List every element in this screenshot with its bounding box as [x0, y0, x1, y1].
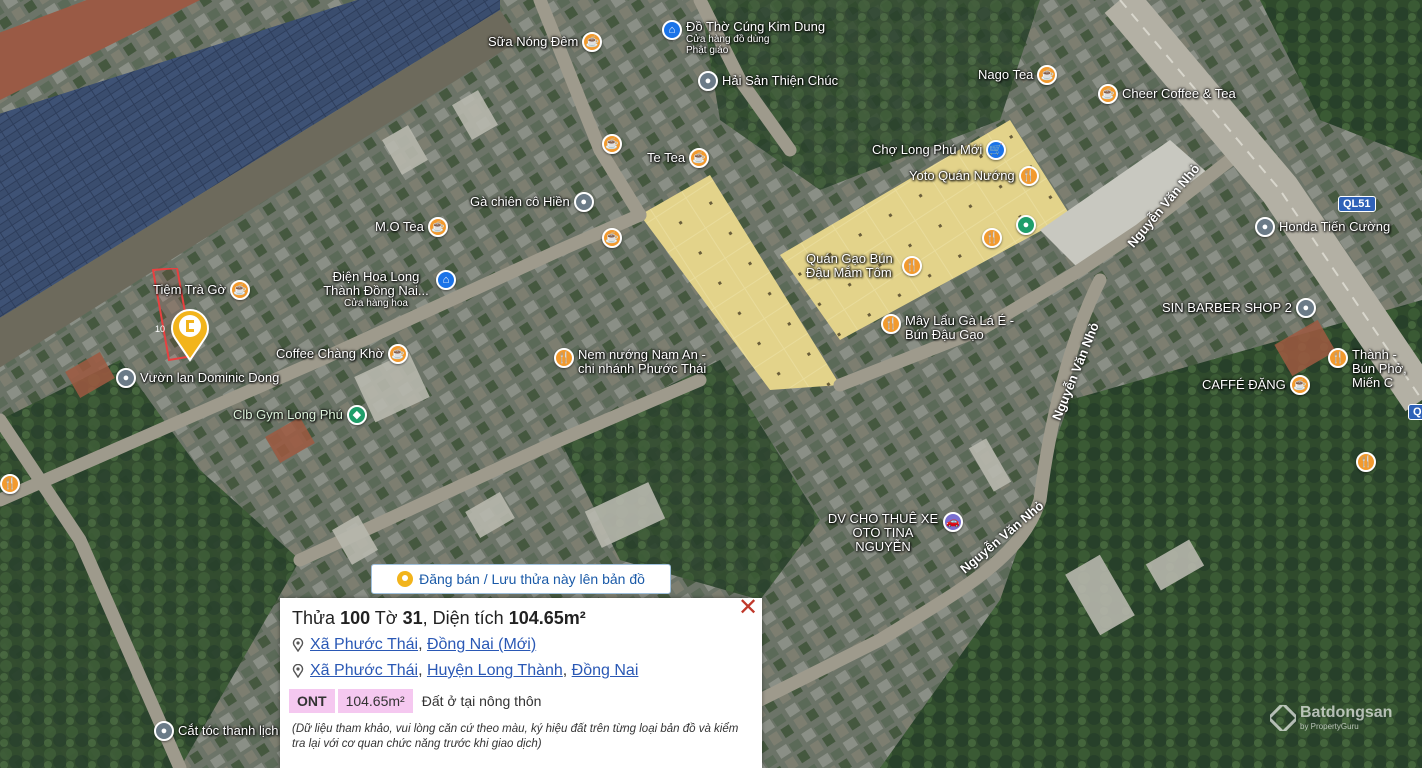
fork-knife-icon: 🍴	[0, 474, 20, 494]
coffee-icon: ☕	[602, 134, 622, 154]
poi-honda[interactable]: ● Honda Tiến Cường	[1255, 217, 1390, 237]
parcel-title: Thửa 100 Tờ 31, Diện tích 104.65m²	[292, 608, 586, 628]
poi-caffe-dang[interactable]: ☕ CAFFÉ ĐẶNG	[1202, 375, 1310, 395]
parcel-info-panel: ✕ Thửa 100 Tờ 31, Diện tích 104.65m² Xã …	[280, 596, 762, 768]
sheet-number: 31	[402, 608, 423, 628]
fork-knife-icon: 🍴	[1356, 452, 1376, 472]
location-pin-icon	[171, 309, 209, 362]
car-icon: 🚗	[943, 512, 963, 532]
land-use-row: ONT 104.65m² Đất ở tại nông thôn	[289, 689, 541, 713]
parcel-area: 104.65m²	[508, 608, 586, 628]
pin-icon: ●	[1016, 215, 1036, 235]
link-ward-old[interactable]: Xã Phước Thái	[310, 662, 418, 679]
poi-do-tho-cung[interactable]: ⌂ Đồ Thờ Cúng Kim Dung Cửa hàng đồ dùng P…	[662, 20, 825, 56]
pin-icon: ●	[154, 721, 174, 741]
poi-coffee-chang[interactable]: ☕ Coffee Chàng Khờ	[276, 344, 409, 364]
address-old: Xã Phước Thái, Huyện Long Thành, Đồng Na…	[292, 662, 638, 680]
poi-vuon-lan[interactable]: ● Vườn lan Dominic Dong	[116, 368, 279, 388]
poi-nago-tea[interactable]: ☕ Nago Tea	[978, 65, 1058, 85]
dumbbell-icon: ◆	[346, 405, 367, 425]
poi-food-edge[interactable]: 🍴	[0, 474, 20, 494]
coffee-icon: ☕	[1289, 375, 1310, 395]
poi-green-marker[interactable]: ●	[1016, 215, 1036, 235]
link-district[interactable]: Huyện Long Thành	[427, 662, 563, 679]
parcel-location-pin[interactable]	[169, 306, 211, 362]
poi-cho-long-phu[interactable]: 🛒 Chợ Long Phú Mới	[872, 140, 1007, 160]
poi-sin-barber[interactable]: ● SIN BARBER SHOP 2	[1162, 298, 1316, 318]
poi-thanh-bun[interactable]: 🍴 Thành - Bún Phở, Miến C	[1328, 348, 1422, 390]
coffee-icon: ☕	[1098, 84, 1118, 104]
cart-icon: 🛒	[986, 140, 1007, 160]
poi-food-marker-east[interactable]: 🍴	[1356, 452, 1376, 472]
pin-icon: ●	[698, 71, 718, 91]
coffee-icon: ☕	[1037, 65, 1058, 85]
link-ward[interactable]: Xã Phước Thái	[310, 636, 418, 653]
poi-dv-thue-xe[interactable]: 🚗 DV CHO THUÊ XE OTO TINA NGUYỄN	[827, 512, 963, 554]
poi-clb-gym[interactable]: ◆ Clb Gym Long Phú	[233, 405, 367, 425]
coffee-icon: ☕	[582, 32, 603, 52]
poi-mo-tea[interactable]: ☕ M.O Tea	[375, 217, 448, 237]
poi-te-tea-pin[interactable]: ☕	[602, 134, 622, 154]
poi-may-lau[interactable]: 🍴 Mây Lẩu Gà Lá É - Bún Đậu Gạo	[881, 314, 1025, 342]
poi-te-tea[interactable]: ☕ Te Tea	[647, 148, 710, 168]
fork-knife-icon: 🍴	[982, 228, 1002, 248]
poi-cafe-marker[interactable]: ☕	[602, 228, 622, 248]
coffee-icon: ☕	[230, 280, 251, 300]
zone-description: Đất ở tại nông thôn	[421, 693, 542, 709]
pin-icon: ●	[573, 192, 594, 212]
fork-knife-icon: 🍴	[554, 348, 574, 368]
fork-knife-icon: 🍴	[1018, 166, 1039, 186]
address-new: Xã Phước Thái, Đồng Nai (Mới)	[292, 636, 536, 654]
location-icon	[292, 664, 304, 678]
poi-sua-nong-dem[interactable]: ☕ Sữa Nóng Đêm	[488, 32, 603, 52]
poi-hai-san-thien-chuc[interactable]: ● Hải Sản Thiện Chúc	[698, 71, 838, 91]
fork-knife-icon: 🍴	[902, 256, 922, 276]
lot-number: 100	[340, 608, 371, 628]
watermark-logo: Batdongsan by PropertyGuru	[1270, 704, 1392, 731]
coffee-icon: ☕	[388, 344, 409, 364]
poi-dien-hoa[interactable]: ⌂ Điện Hoa Long Thành Đồng Nai... Cửa hàn…	[320, 270, 456, 309]
lightbulb-icon	[397, 571, 414, 587]
highway-shield-edge: Q	[1408, 404, 1422, 420]
save-parcel-label: Đăng bán / Lưu thửa này lên bản đồ	[419, 571, 645, 587]
poi-cheer-coffee[interactable]: ☕ Cheer Coffee & Tea	[1098, 84, 1236, 104]
shopping-bag-icon: ⌂	[662, 20, 682, 40]
pin-icon: ●	[1295, 298, 1316, 318]
poi-yoto[interactable]: 🍴 Yoto Quán Nướng	[909, 166, 1039, 186]
fork-knife-icon: 🍴	[881, 314, 901, 334]
close-icon[interactable]: ✕	[736, 596, 760, 620]
poi-quan-gao[interactable]: 🍴 Quán Gạo Bún Đậu Mắm Tôm	[806, 252, 922, 280]
coffee-icon: ☕	[427, 217, 448, 237]
pin-icon: ●	[116, 368, 136, 388]
zone-code-badge: ONT	[289, 689, 335, 713]
pin-icon: ●	[1255, 217, 1275, 237]
coffee-icon: ☕	[689, 148, 710, 168]
poi-ga-chien[interactable]: ● Gà chiên cô Hiền	[470, 192, 594, 212]
poi-tiem-tra[interactable]: ☕ Tiệm Trà Gờ	[153, 280, 251, 300]
link-province-old[interactable]: Đồng Nai	[572, 662, 639, 679]
link-province-new[interactable]: Đồng Nai (Mới)	[427, 636, 536, 653]
zone-area-badge: 104.65m²	[337, 689, 413, 713]
save-parcel-banner[interactable]: Đăng bán / Lưu thửa này lên bản đồ	[371, 564, 671, 594]
parcel-edge-label: 10	[155, 324, 165, 334]
fork-knife-icon: 🍴	[1328, 348, 1348, 368]
highway-shield-ql51: QL51	[1338, 196, 1376, 212]
poi-cat-toc[interactable]: ● Cắt tóc thanh lịch	[154, 721, 278, 741]
shopping-bag-icon: ⌂	[436, 270, 456, 290]
poi-nem-nuong[interactable]: 🍴 Nem nướng Nam An - chi nhánh Phước Thá…	[554, 348, 722, 376]
brand-logo-icon	[1270, 704, 1296, 731]
coffee-icon: ☕	[602, 228, 622, 248]
location-icon	[292, 638, 304, 652]
poi-food-marker[interactable]: 🍴	[982, 228, 1002, 248]
disclaimer-note: (Dữ liệu tham khảo, vui lòng căn cứ theo…	[292, 723, 739, 750]
